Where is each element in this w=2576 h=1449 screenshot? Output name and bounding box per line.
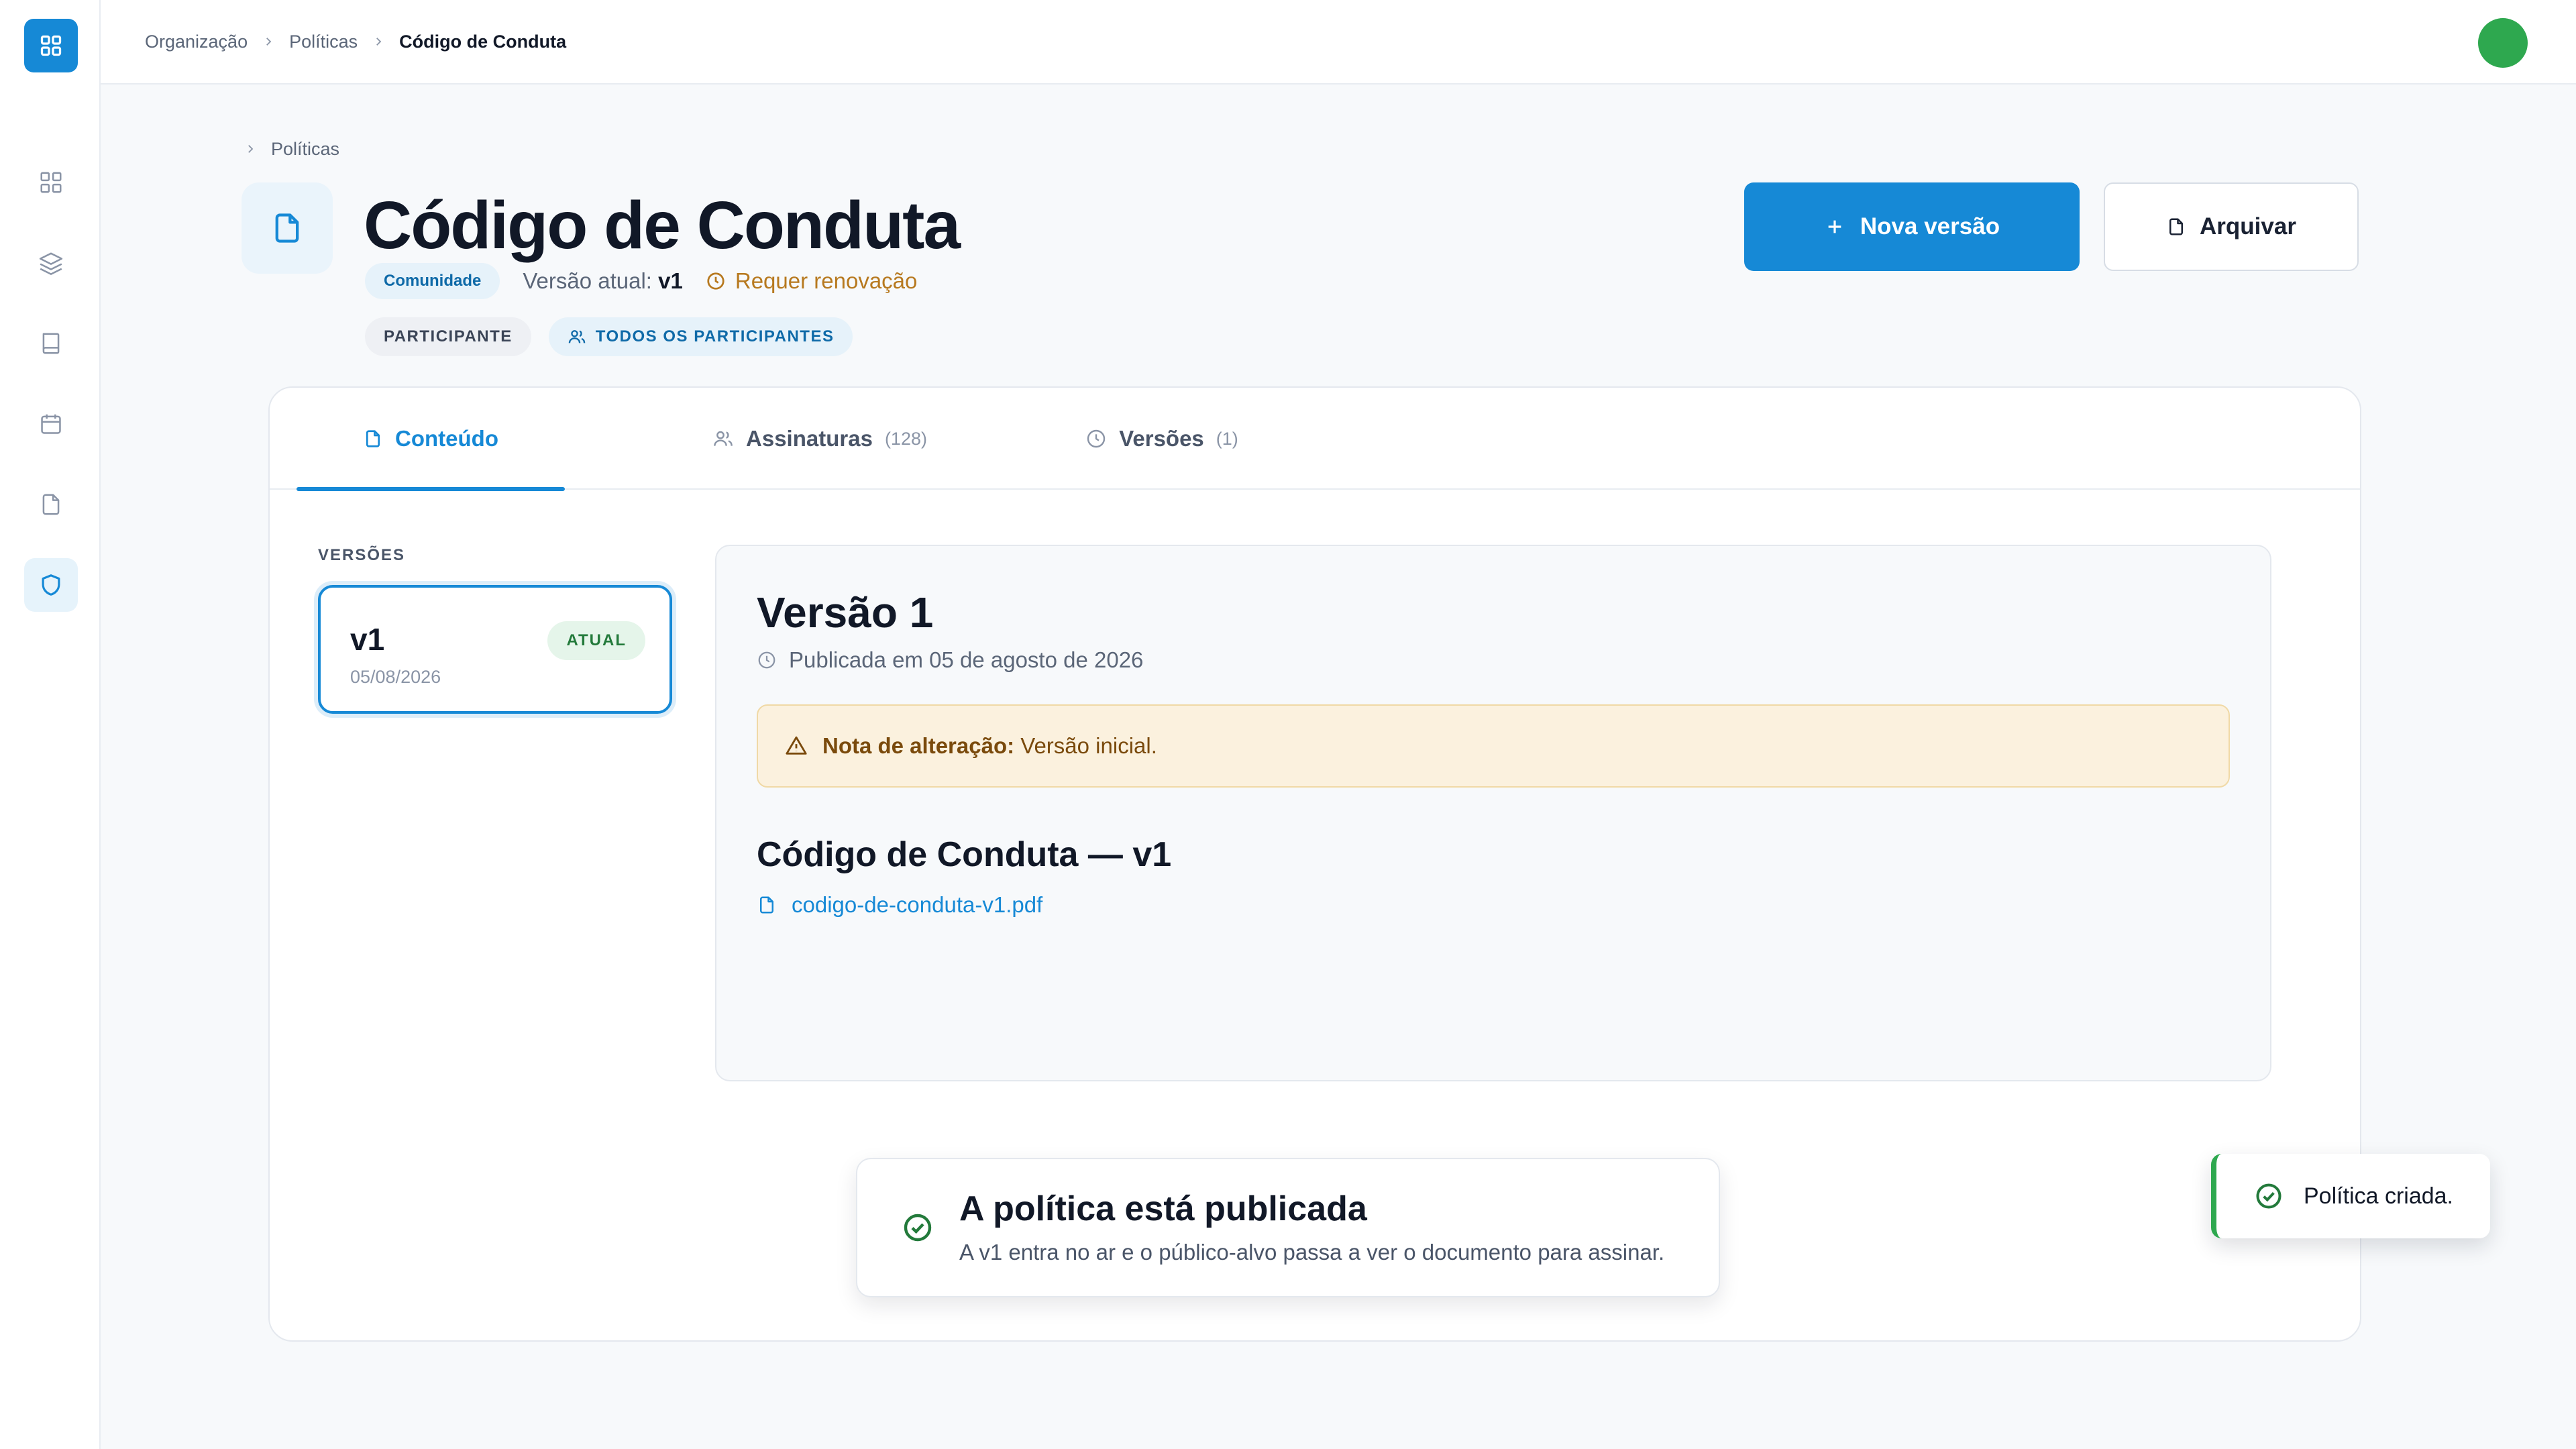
clock-icon	[1087, 429, 1106, 448]
chevron-right-icon	[248, 145, 254, 153]
audience-chip: TODOS OS PARTICIPANTES	[548, 317, 853, 356]
sidebar-item-documents[interactable]	[24, 478, 78, 531]
warning-icon	[786, 736, 807, 755]
grid-icon	[40, 35, 62, 56]
tab-versions-label: Versões	[1119, 426, 1204, 451]
plus-icon	[1828, 220, 1841, 233]
breadcrumb-current: Código de Conduta	[399, 31, 567, 52]
tab-versions[interactable]: Versões (1)	[1008, 388, 1316, 490]
tab-bar: Conteúdo Assinaturas (128) Versões (1)	[270, 388, 2360, 491]
change-note-label: Nota de alteração:	[822, 733, 1015, 758]
back-breadcrumb-label: Políticas	[271, 138, 340, 159]
clock-icon	[707, 272, 724, 290]
current-version: Versão atual: v1	[523, 268, 683, 294]
layers-icon	[39, 252, 63, 275]
shield-icon	[42, 574, 60, 596]
book-icon	[42, 333, 60, 354]
toast-text: Política criada.	[2304, 1183, 2453, 1209]
grid-icon	[40, 172, 62, 193]
file-icon	[42, 494, 60, 515]
renewal-status-label: Requer renovação	[735, 268, 918, 293]
document-file-name: codigo-de-conduta-v1.pdf	[792, 892, 1043, 917]
users-icon	[714, 431, 733, 446]
change-note-text: Versão inicial.	[1020, 733, 1157, 758]
page-title: Código de Conduta	[364, 188, 961, 263]
file-icon	[2169, 218, 2184, 235]
file-icon	[760, 896, 773, 914]
new-version-button-label: Nova versão	[1860, 213, 2000, 239]
audience-chip-label: TODOS OS PARTICIPANTES	[595, 327, 835, 345]
tab-content[interactable]: Conteúdo	[297, 388, 565, 491]
version-title: Versão 1	[757, 588, 934, 637]
published-date-label: Publicada em 05 de agosto de 2026	[789, 647, 1144, 672]
published-banner-title: A política está publicada	[959, 1189, 1367, 1228]
sidebar-item-calendar[interactable]	[24, 397, 78, 451]
change-note: Nota de alteração: Versão inicial.	[757, 704, 2230, 788]
breadcrumb-organization[interactable]: Organização	[145, 32, 248, 52]
archive-button[interactable]: Arquivar	[2104, 182, 2359, 271]
check-circle-icon	[2256, 1183, 2282, 1209]
sidebar-item-policies[interactable]	[24, 558, 78, 612]
clock-icon	[758, 651, 775, 669]
version-item-date: 05/08/2026	[350, 667, 441, 687]
published-date: Publicada em 05 de agosto de 2026	[757, 647, 1143, 674]
sidebar-item-library[interactable]	[24, 317, 78, 370]
breadcrumb: Organização Políticas Código de Conduta	[145, 28, 566, 55]
version-item-name: v1	[350, 622, 385, 657]
toast-notification: Política criada.	[2211, 1154, 2490, 1238]
document-title: Código de Conduta — v1	[757, 835, 1172, 874]
audience-chips: PARTICIPANTE TODOS OS PARTICIPANTES	[365, 317, 853, 356]
tab-signatures-count: (128)	[884, 428, 927, 449]
current-version-value: v1	[658, 268, 683, 293]
tab-signatures[interactable]: Assinaturas (128)	[645, 388, 994, 490]
policy-document-badge	[241, 182, 333, 274]
top-bar: Organização Políticas Código de Conduta	[101, 0, 2576, 85]
check-circle-icon	[904, 1214, 932, 1242]
policy-meta: Comunidade Versão atual: v1 Requer renov…	[365, 263, 917, 299]
versions-heading: VERSÕES	[318, 546, 406, 564]
new-version-button[interactable]: Nova versão	[1744, 182, 2080, 271]
current-version-label: Versão atual:	[523, 268, 652, 293]
tab-signatures-label: Assinaturas	[746, 426, 873, 451]
sidebar-item-layers[interactable]	[24, 236, 78, 290]
renewal-status: Requer renovação	[706, 268, 918, 294]
file-icon	[275, 213, 299, 243]
avatar[interactable]	[2478, 18, 2528, 68]
tab-versions-count: (1)	[1216, 428, 1238, 449]
back-breadcrumb[interactable]: Políticas	[244, 136, 339, 162]
users-icon	[568, 330, 586, 343]
community-badge: Comunidade	[365, 263, 500, 299]
chevron-right-icon	[266, 38, 272, 46]
file-icon	[366, 430, 380, 447]
role-chip: PARTICIPANTE	[365, 317, 531, 356]
document-file-link[interactable]: codigo-de-conduta-v1.pdf	[757, 891, 1042, 919]
current-badge: ATUAL	[547, 621, 645, 660]
published-banner-text: A v1 entra no ar e o público-alvo passa …	[959, 1240, 1665, 1265]
sidebar	[0, 0, 101, 1449]
tab-content-label: Conteúdo	[395, 426, 498, 451]
version-item[interactable]: v1 05/08/2026 ATUAL	[318, 585, 672, 714]
version-content-panel: Versão 1 Publicada em 05 de agosto de 20…	[715, 545, 2271, 1081]
chevron-right-icon	[376, 38, 382, 46]
sidebar-item-dashboard[interactable]	[24, 156, 78, 209]
calendar-icon	[41, 414, 61, 434]
published-banner: A política está publicada A v1 entra no …	[856, 1158, 1720, 1297]
archive-button-label: Arquivar	[2200, 213, 2296, 239]
breadcrumb-policies[interactable]: Políticas	[289, 32, 358, 52]
app-logo[interactable]	[24, 19, 78, 72]
